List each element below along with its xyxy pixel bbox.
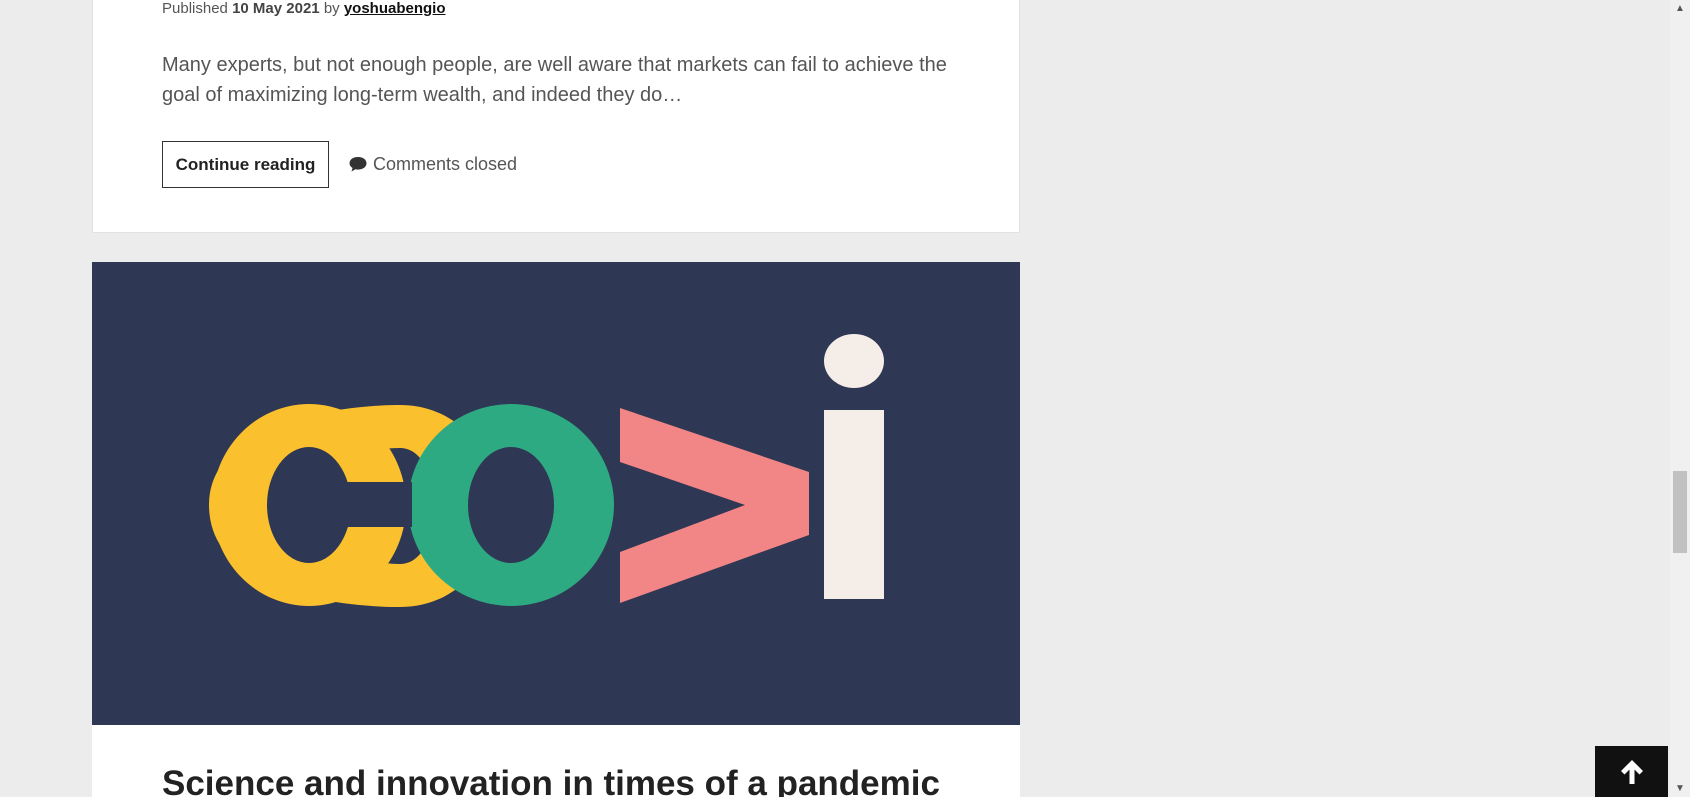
logo-letter-i: [824, 410, 884, 599]
page: Published 10 May 2021 by yoshuabengio Ma…: [0, 0, 1690, 797]
scroll-down-arrow-icon[interactable]: ▼: [1670, 780, 1690, 797]
arrow-up-icon: [1620, 759, 1643, 784]
published-label: Published: [162, 0, 228, 17]
comments-status: Comments closed: [348, 152, 517, 176]
post-card: [92, 0, 1020, 233]
post-card: Science and innovation in times of a pan…: [92, 262, 1020, 797]
back-to-top-button[interactable]: [1595, 746, 1668, 797]
scrollbar[interactable]: ▲ ▼: [1670, 0, 1690, 797]
logo-letter-i-dot: [824, 334, 884, 388]
scroll-up-arrow-icon[interactable]: ▲: [1670, 0, 1690, 17]
post-excerpt: Many experts, but not enough people, are…: [162, 54, 947, 106]
comments-label: Comments closed: [373, 153, 518, 174]
post-meta: Published 10 May 2021 by yoshuabengio: [162, 0, 446, 18]
comment-icon: [349, 157, 367, 172]
author-link[interactable]: yoshuabengio: [344, 0, 446, 17]
covi-logo: [209, 334, 884, 607]
continue-reading-button[interactable]: Continue reading: [162, 141, 329, 188]
post-date: 10 May 2021: [232, 0, 320, 17]
post-title[interactable]: Science and innovation in times of a pan…: [162, 762, 940, 797]
logo-letter-v: [620, 408, 809, 603]
by-label: by: [323, 0, 340, 17]
scrollbar-thumb[interactable]: [1673, 471, 1687, 553]
featured-image[interactable]: [92, 262, 1020, 725]
